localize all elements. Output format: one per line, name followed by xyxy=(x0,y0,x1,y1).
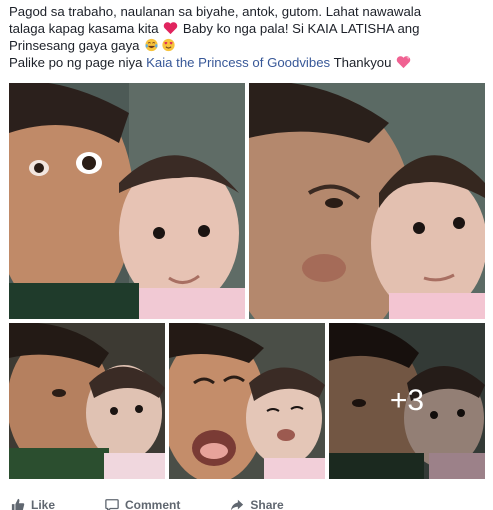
post-line-2: talaga kapag kasama kita Baby ko nga pal… xyxy=(9,20,489,37)
share-button[interactable]: Share xyxy=(228,494,284,510)
post-actions: Like Comment Share xyxy=(9,494,485,510)
post-text-segment: Prinsesang gaya gaya xyxy=(9,38,140,53)
sparkling-heart-icon xyxy=(396,55,411,69)
photo-5-more[interactable]: +3 xyxy=(329,323,485,479)
comment-icon xyxy=(105,499,119,510)
red-heart-icon xyxy=(164,22,178,35)
photo-2-image xyxy=(249,83,485,319)
like-label: Like xyxy=(31,498,56,510)
post-text-segment: Pagod sa trabaho, naulanan sa biyahe, an… xyxy=(9,4,422,19)
heart-eyes-icon xyxy=(162,38,175,52)
photo-4-image xyxy=(169,323,325,479)
more-photos-count: +3 xyxy=(389,384,425,417)
comment-button[interactable]: Comment xyxy=(103,494,180,510)
more-photos-overlay[interactable]: +3 xyxy=(329,323,485,479)
like-button[interactable]: Like xyxy=(9,494,55,510)
post-line-3: Prinsesang gaya gaya xyxy=(9,37,489,54)
post-text-segment: Palike po ng page niya xyxy=(9,55,143,70)
page-link[interactable]: Kaia the Princess of Goodvibes xyxy=(146,55,330,70)
photo-3-image xyxy=(9,323,165,479)
comment-label: Comment xyxy=(125,498,181,510)
photo-1[interactable] xyxy=(9,83,245,319)
post-line-4: Palike po ng page niya Kaia the Princess… xyxy=(9,54,489,71)
thumbs-up-icon xyxy=(11,498,25,510)
post-line-1: Pagod sa trabaho, naulanan sa biyahe, an… xyxy=(9,3,489,20)
post-text-segment: talaga kapag kasama kita xyxy=(9,21,159,36)
post-text-segment: Thankyou xyxy=(333,55,392,70)
photo-3[interactable] xyxy=(9,323,165,479)
post-message: Pagod sa trabaho, naulanan sa biyahe, an… xyxy=(9,3,489,71)
post-text-segment: Baby ko nga pala! Si KAIA LATISHA ang xyxy=(182,21,420,36)
photo-4[interactable] xyxy=(169,323,325,479)
share-arrow-icon xyxy=(231,499,244,510)
share-label: Share xyxy=(250,498,284,510)
photo-1-image xyxy=(9,83,245,319)
photo-2[interactable] xyxy=(249,83,485,319)
tears-of-joy-icon xyxy=(145,38,158,52)
